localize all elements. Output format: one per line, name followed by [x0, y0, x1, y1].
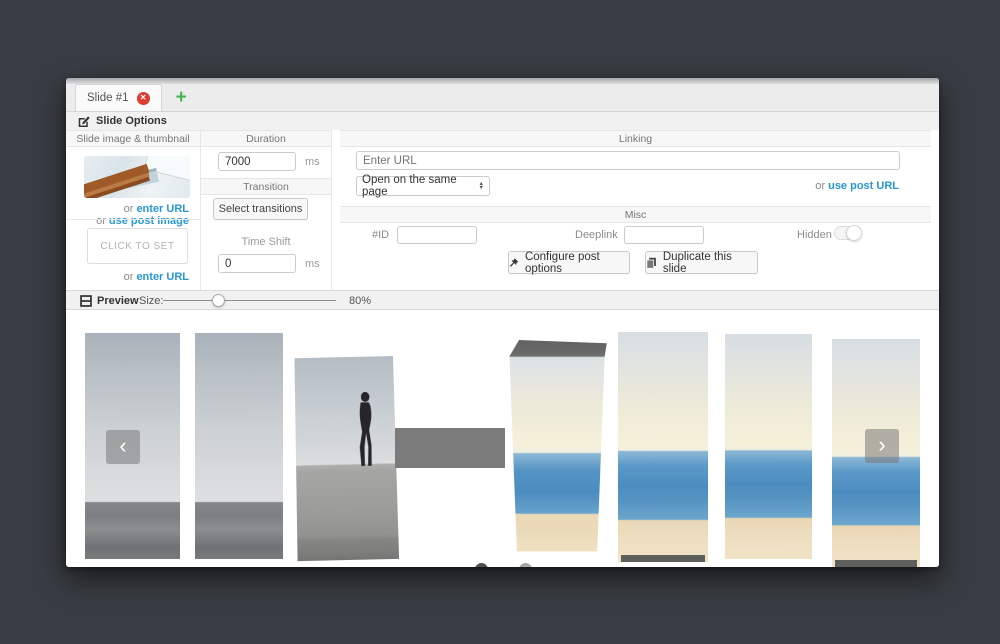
image-column: Slide image & thumbnail or enter URL or …: [66, 130, 201, 290]
plus-icon: +: [176, 87, 187, 109]
select-stepper-icon: ▲▼: [479, 182, 484, 190]
pushpin-icon: [509, 257, 519, 268]
column-divider: [66, 219, 200, 220]
click-to-set-box[interactable]: CLICK TO SET: [87, 228, 188, 264]
slide-options-title: Slide Options: [96, 115, 167, 127]
use-post-url-link[interactable]: use post URL: [828, 180, 899, 192]
enter-url-row-2: or enter URL: [124, 271, 189, 283]
add-slide-button[interactable]: +: [162, 84, 201, 111]
preview-toolbar: Preview Size: 80%: [66, 290, 939, 310]
select-transitions-button[interactable]: Select transitions: [213, 198, 308, 220]
size-label: Size:: [139, 295, 163, 307]
linking-header: Linking: [340, 130, 931, 147]
link-target-value: Open on the same page: [362, 174, 479, 198]
slider-preview-area: ‹ ›: [66, 311, 939, 567]
slide-strip-beach-1: [618, 332, 708, 562]
use-post-image-link[interactable]: use post image: [109, 215, 189, 227]
deeplink-label: Deeplink: [575, 229, 618, 241]
link-target-select[interactable]: Open on the same page ▲▼: [356, 176, 490, 196]
image-column-header: Slide image & thumbnail: [66, 130, 200, 147]
slide-options-body: Slide image & thumbnail or enter URL or …: [66, 130, 939, 290]
id-label: #ID: [372, 229, 389, 241]
or-text: or: [815, 180, 825, 192]
pagination-dot-active[interactable]: [475, 563, 488, 567]
id-input[interactable]: [397, 226, 477, 244]
configure-post-options-label: Configure post options: [525, 251, 629, 275]
slide-thumbnail[interactable]: [84, 156, 190, 198]
preview-size-slider-handle[interactable]: [212, 294, 225, 307]
duplicate-slide-label: Duplicate this slide: [663, 251, 757, 275]
hidden-toggle[interactable]: [834, 226, 861, 240]
slide-options-header: Slide Options: [66, 112, 939, 130]
preview-size-slider-track[interactable]: [163, 300, 336, 301]
strip-bottom-edge: [621, 555, 706, 562]
link-url-input[interactable]: [356, 151, 900, 170]
time-shift-unit: ms: [305, 258, 320, 270]
strip-bottom-edge: [835, 560, 918, 567]
duplicate-slide-button[interactable]: Duplicate this slide: [645, 251, 758, 274]
edit-icon: [78, 115, 90, 127]
tab-label: Slide #1: [87, 92, 129, 104]
prev-arrow-button[interactable]: ‹: [106, 430, 140, 464]
slide-strip-beach-2: [725, 334, 812, 559]
film-icon: [80, 295, 92, 307]
duration-header: Duration: [201, 130, 331, 147]
slide-editor-panel: Slide #1 ✕ + Slide Options Slide image &…: [66, 78, 939, 567]
preview-label: Preview: [97, 295, 139, 307]
time-shift-label: Time Shift: [201, 236, 331, 248]
or-text: or: [124, 203, 134, 215]
enter-url-link-2[interactable]: enter URL: [136, 271, 189, 283]
deeplink-input[interactable]: [624, 226, 704, 244]
slide-strip-3d-box: [503, 340, 610, 558]
transition-block: [395, 428, 505, 468]
businessman-silhouette: [349, 391, 379, 469]
tab-slide-1[interactable]: Slide #1 ✕: [75, 84, 162, 111]
time-shift-input[interactable]: [218, 254, 296, 273]
or-text: or: [124, 271, 134, 283]
use-post-image-row: or use post image: [96, 215, 189, 227]
enter-url-link[interactable]: enter URL: [136, 203, 189, 215]
page-background: Slide #1 ✕ + Slide Options Slide image &…: [0, 0, 1000, 644]
chevron-left-icon: ‹: [119, 433, 126, 459]
pagination-dot[interactable]: [519, 563, 532, 567]
slide-strip-2: [195, 333, 283, 559]
preview-size-value: 80%: [349, 295, 371, 307]
duplicate-icon: [646, 257, 657, 269]
duration-input[interactable]: [218, 152, 296, 171]
timing-column: Duration ms Transition Select transition…: [201, 130, 332, 290]
slide-tabbar: Slide #1 ✕ +: [66, 84, 939, 112]
use-post-url-row: or use post URL: [815, 180, 899, 192]
toggle-knob: [846, 225, 862, 241]
hidden-label: Hidden: [797, 229, 832, 241]
misc-header: Misc: [340, 206, 931, 223]
configure-post-options-button[interactable]: Configure post options: [508, 251, 630, 274]
next-arrow-button[interactable]: ›: [865, 429, 899, 463]
slide-strip-businessman: [294, 356, 399, 561]
delete-slide-icon[interactable]: ✕: [137, 92, 150, 105]
chevron-right-icon: ›: [878, 432, 885, 458]
duration-unit: ms: [305, 156, 320, 168]
or-text: or: [96, 215, 106, 227]
linking-misc-column: Linking Open on the same page ▲▼ or use …: [332, 130, 939, 290]
enter-url-row: or enter URL: [124, 203, 189, 215]
transition-header: Transition: [201, 178, 331, 195]
